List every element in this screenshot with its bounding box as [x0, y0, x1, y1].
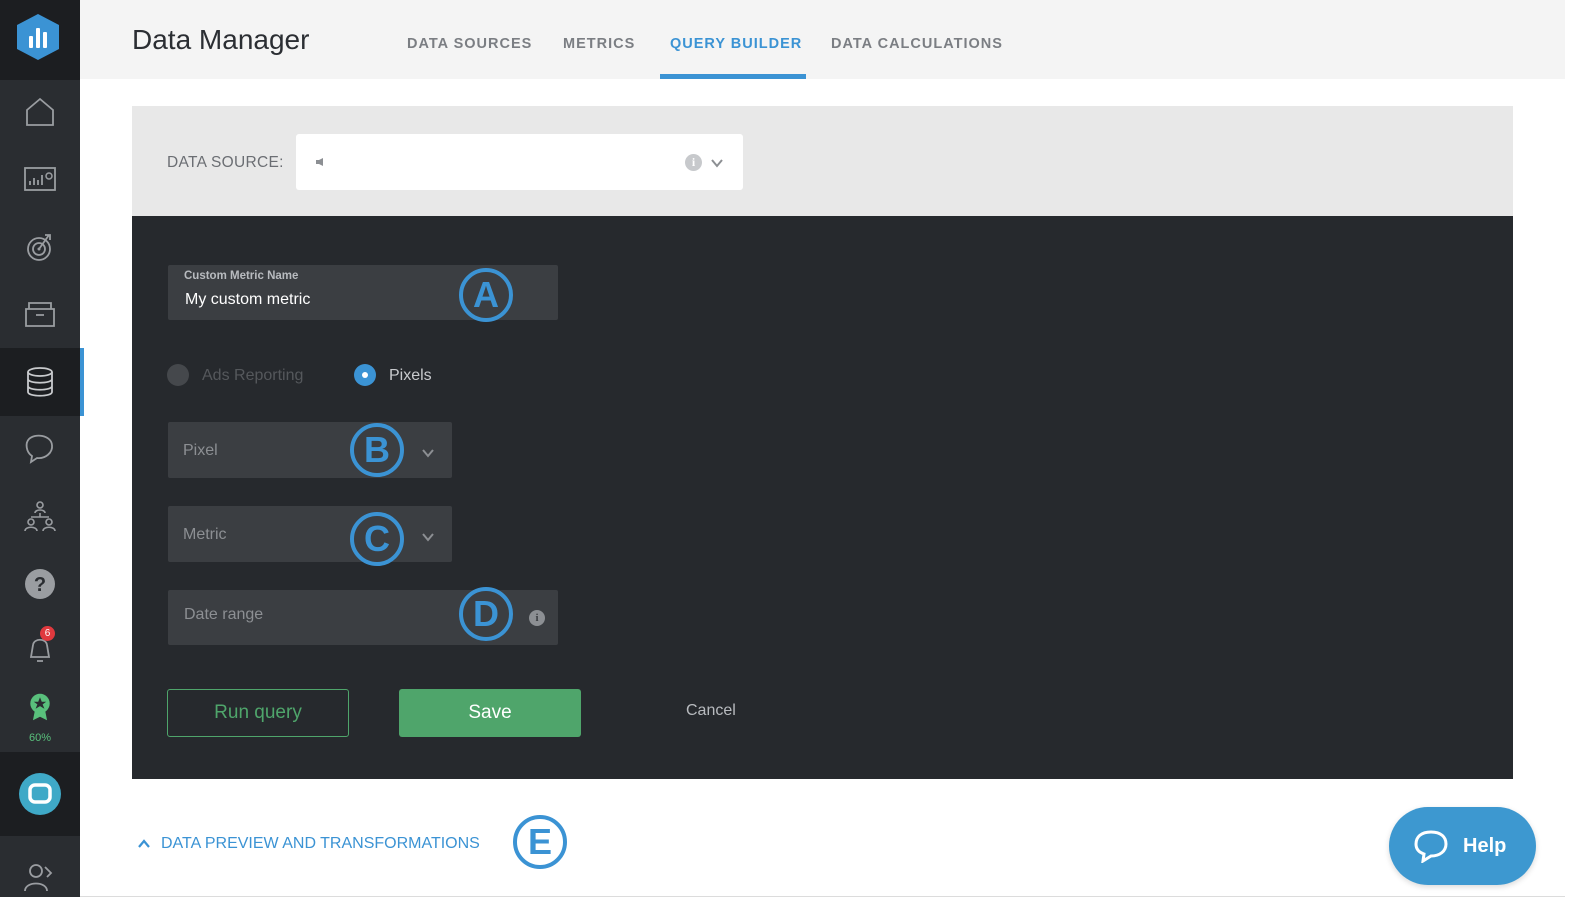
archive-icon: [25, 302, 55, 327]
award-progress: 60%: [28, 732, 52, 744]
chevron-down-icon: [422, 533, 434, 542]
chat-icon: [25, 434, 53, 464]
annotation-marker-c: C: [350, 512, 404, 566]
annotation-marker-d: D: [459, 587, 513, 641]
tab-data-sources[interactable]: DATA SOURCES: [407, 36, 532, 52]
metric-name-value: My custom metric: [185, 291, 311, 308]
save-button[interactable]: Save: [399, 689, 581, 737]
radio-ads-reporting-label: Ads Reporting: [202, 367, 304, 384]
bottom-divider: [80, 896, 1565, 897]
sidebar-item-user[interactable]: [0, 842, 80, 910]
metric-name-caption: Custom Metric Name: [184, 270, 299, 282]
dashboard-icon: [24, 167, 56, 191]
date-range-placeholder: Date range: [184, 606, 264, 623]
data-preview-label: DATA PREVIEW AND TRANSFORMATIONS: [161, 835, 480, 852]
annotation-marker-b: B: [350, 423, 404, 477]
radio-pixels[interactable]: [354, 364, 376, 386]
chevron-up-icon: [138, 839, 150, 848]
user-icon: [24, 864, 53, 892]
tab-metrics[interactable]: METRICS: [563, 36, 635, 52]
logo-icon: [17, 14, 59, 60]
team-icon: [24, 501, 56, 532]
active-tab-indicator: [660, 74, 806, 79]
megaphone-icon: [316, 158, 323, 166]
page-title: Data Manager: [132, 24, 310, 55]
run-query-button[interactable]: Run query: [167, 689, 349, 737]
pixel-select[interactable]: Pixel: [168, 422, 452, 478]
info-icon[interactable]: i: [529, 610, 545, 626]
sidebar-item-alerts[interactable]: 6: [0, 616, 80, 684]
home-icon: [26, 97, 54, 126]
radio-ads-reporting[interactable]: [167, 364, 189, 386]
metric-select[interactable]: Metric: [168, 506, 452, 562]
help-icon: ?: [25, 569, 55, 599]
logo-area[interactable]: [0, 0, 80, 80]
sidebar-item-archive[interactable]: [0, 280, 80, 348]
goals-icon: [27, 234, 51, 261]
award-icon: [30, 693, 50, 721]
data-source-panel: DATA SOURCE: i: [132, 106, 1513, 216]
chevron-down-icon: [711, 159, 723, 168]
data-source-select[interactable]: i: [296, 134, 743, 190]
sidebar-item-data-manager[interactable]: [0, 348, 84, 416]
sidebar-item-goals[interactable]: [0, 212, 80, 280]
data-preview-toggle[interactable]: DATA PREVIEW AND TRANSFORMATIONS: [137, 835, 480, 853]
messenger-icon: [19, 773, 61, 815]
tab-data-calculations[interactable]: DATA CALCULATIONS: [831, 36, 1003, 52]
data-source-label: DATA SOURCE:: [167, 154, 284, 171]
chat-bubble-icon: [1414, 830, 1448, 863]
sidebar-item-home[interactable]: [0, 78, 80, 146]
pixel-placeholder: Pixel: [183, 442, 218, 459]
chevron-down-icon: [422, 449, 434, 458]
tab-query-builder[interactable]: QUERY BUILDER: [670, 36, 802, 52]
help-label: Help: [1463, 834, 1507, 857]
info-icon[interactable]: i: [685, 154, 702, 171]
sidebar-item-award[interactable]: 60%: [0, 684, 80, 752]
radio-pixels-label: Pixels: [389, 367, 432, 384]
cancel-button[interactable]: Cancel: [686, 702, 736, 720]
sidebar-item-messenger[interactable]: [0, 752, 80, 836]
sidebar: ? 6 60%: [0, 0, 84, 897]
svg-text:?: ?: [34, 574, 46, 596]
query-editor-panel: Custom Metric Name My custom metric A Ad…: [132, 216, 1513, 779]
annotation-marker-e: E: [513, 815, 567, 869]
annotation-marker-a: A: [459, 268, 513, 322]
header: Data Manager DATA SOURCES METRICS QUERY …: [80, 0, 1565, 79]
database-icon: [27, 367, 53, 397]
sidebar-item-chat[interactable]: [0, 414, 80, 482]
sidebar-item-team[interactable]: [0, 482, 80, 550]
sidebar-item-help[interactable]: ?: [0, 550, 80, 618]
help-button[interactable]: Help: [1389, 807, 1536, 885]
sidebar-item-dashboards[interactable]: [0, 145, 80, 213]
metric-placeholder: Metric: [183, 526, 227, 543]
notification-badge: 6: [40, 626, 55, 641]
